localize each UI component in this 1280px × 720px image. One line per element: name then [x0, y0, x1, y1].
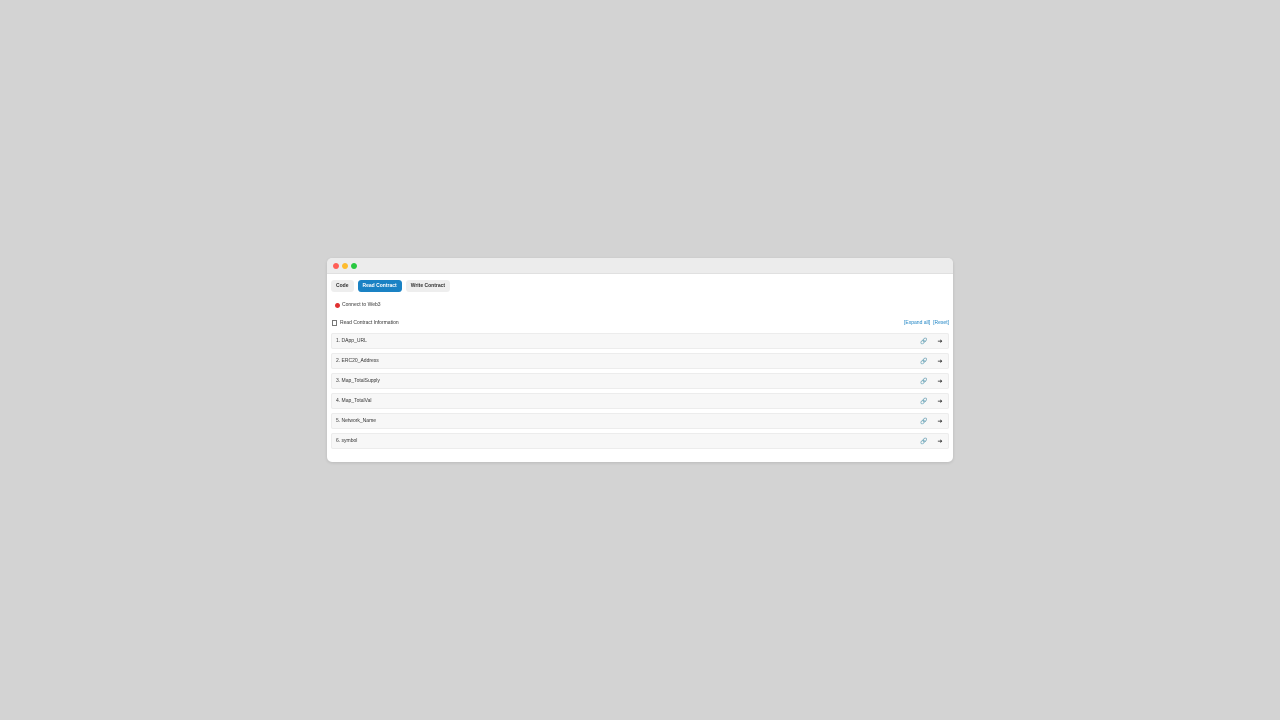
function-row-map-totalsupply[interactable]: 3. Map_TotalSupply 🔗 ➔	[331, 373, 949, 389]
row-actions: 🔗 ➔	[920, 337, 944, 345]
function-label: 5. Network_Name	[336, 418, 377, 424]
row-actions: 🔗 ➔	[920, 377, 944, 385]
function-label: 6. symbol	[336, 438, 358, 444]
connect-web3-label: Connect to Web3	[342, 302, 381, 308]
link-icon[interactable]: 🔗	[920, 437, 928, 445]
function-list: 1. DApp_URL 🔗 ➔ 2. ERC20_Address 🔗 ➔ 3. …	[331, 333, 949, 453]
close-window-button[interactable]	[333, 263, 339, 269]
row-actions: 🔗 ➔	[920, 357, 944, 365]
info-title-label: Read Contract Information	[340, 320, 399, 326]
minimize-window-button[interactable]	[342, 263, 348, 269]
maximize-window-button[interactable]	[351, 263, 357, 269]
arrow-right-icon[interactable]: ➔	[936, 357, 944, 365]
tab-code[interactable]: Code	[331, 280, 354, 292]
link-icon[interactable]: 🔗	[920, 377, 928, 385]
row-actions: 🔗 ➔	[920, 417, 944, 425]
arrow-right-icon[interactable]: ➔	[936, 397, 944, 405]
tab-read-contract[interactable]: Read Contract	[357, 280, 402, 292]
function-label: 4. Map_TotalVal	[336, 398, 372, 404]
read-contract-header: Read Contract Information [Expand all] […	[332, 319, 949, 327]
link-icon[interactable]: 🔗	[920, 397, 928, 405]
function-row-dapp-url[interactable]: 1. DApp_URL 🔗 ➔	[331, 333, 949, 349]
function-row-symbol[interactable]: 6. symbol 🔗 ➔	[331, 433, 949, 449]
function-row-network-name[interactable]: 5. Network_Name 🔗 ➔	[331, 413, 949, 429]
connect-web3-button[interactable]: Connect to Web3	[335, 302, 381, 308]
function-label: 3. Map_TotalSupply	[336, 378, 380, 384]
row-actions: 🔗 ➔	[920, 437, 944, 445]
connection-status-icon	[335, 302, 340, 308]
arrow-right-icon[interactable]: ➔	[936, 377, 944, 385]
title-bar	[327, 258, 953, 274]
tab-write-contract[interactable]: Write Contract	[405, 280, 451, 292]
function-label: 1. DApp_URL	[336, 338, 367, 344]
reset-link[interactable]: [Reset]	[933, 320, 949, 326]
link-icon[interactable]: 🔗	[920, 357, 928, 365]
function-row-erc20-address[interactable]: 2. ERC20_Address 🔗 ➔	[331, 353, 949, 369]
app-window: Code Read Contract Write Contract Connec…	[327, 258, 953, 462]
contract-tabs: Code Read Contract Write Contract	[331, 280, 451, 292]
function-row-map-totalval[interactable]: 4. Map_TotalVal 🔗 ➔	[331, 393, 949, 409]
function-label: 2. ERC20_Address	[336, 358, 379, 364]
link-icon[interactable]: 🔗	[920, 337, 928, 345]
link-icon[interactable]: 🔗	[920, 417, 928, 425]
info-title: Read Contract Information	[332, 320, 399, 326]
arrow-right-icon[interactable]: ➔	[936, 417, 944, 425]
row-actions: 🔗 ➔	[920, 397, 944, 405]
arrow-right-icon[interactable]: ➔	[936, 437, 944, 445]
expand-all-link[interactable]: [Expand all]	[904, 320, 930, 326]
arrow-right-icon[interactable]: ➔	[936, 337, 944, 345]
header-links: [Expand all] [Reset]	[904, 320, 949, 326]
document-icon	[332, 320, 337, 326]
